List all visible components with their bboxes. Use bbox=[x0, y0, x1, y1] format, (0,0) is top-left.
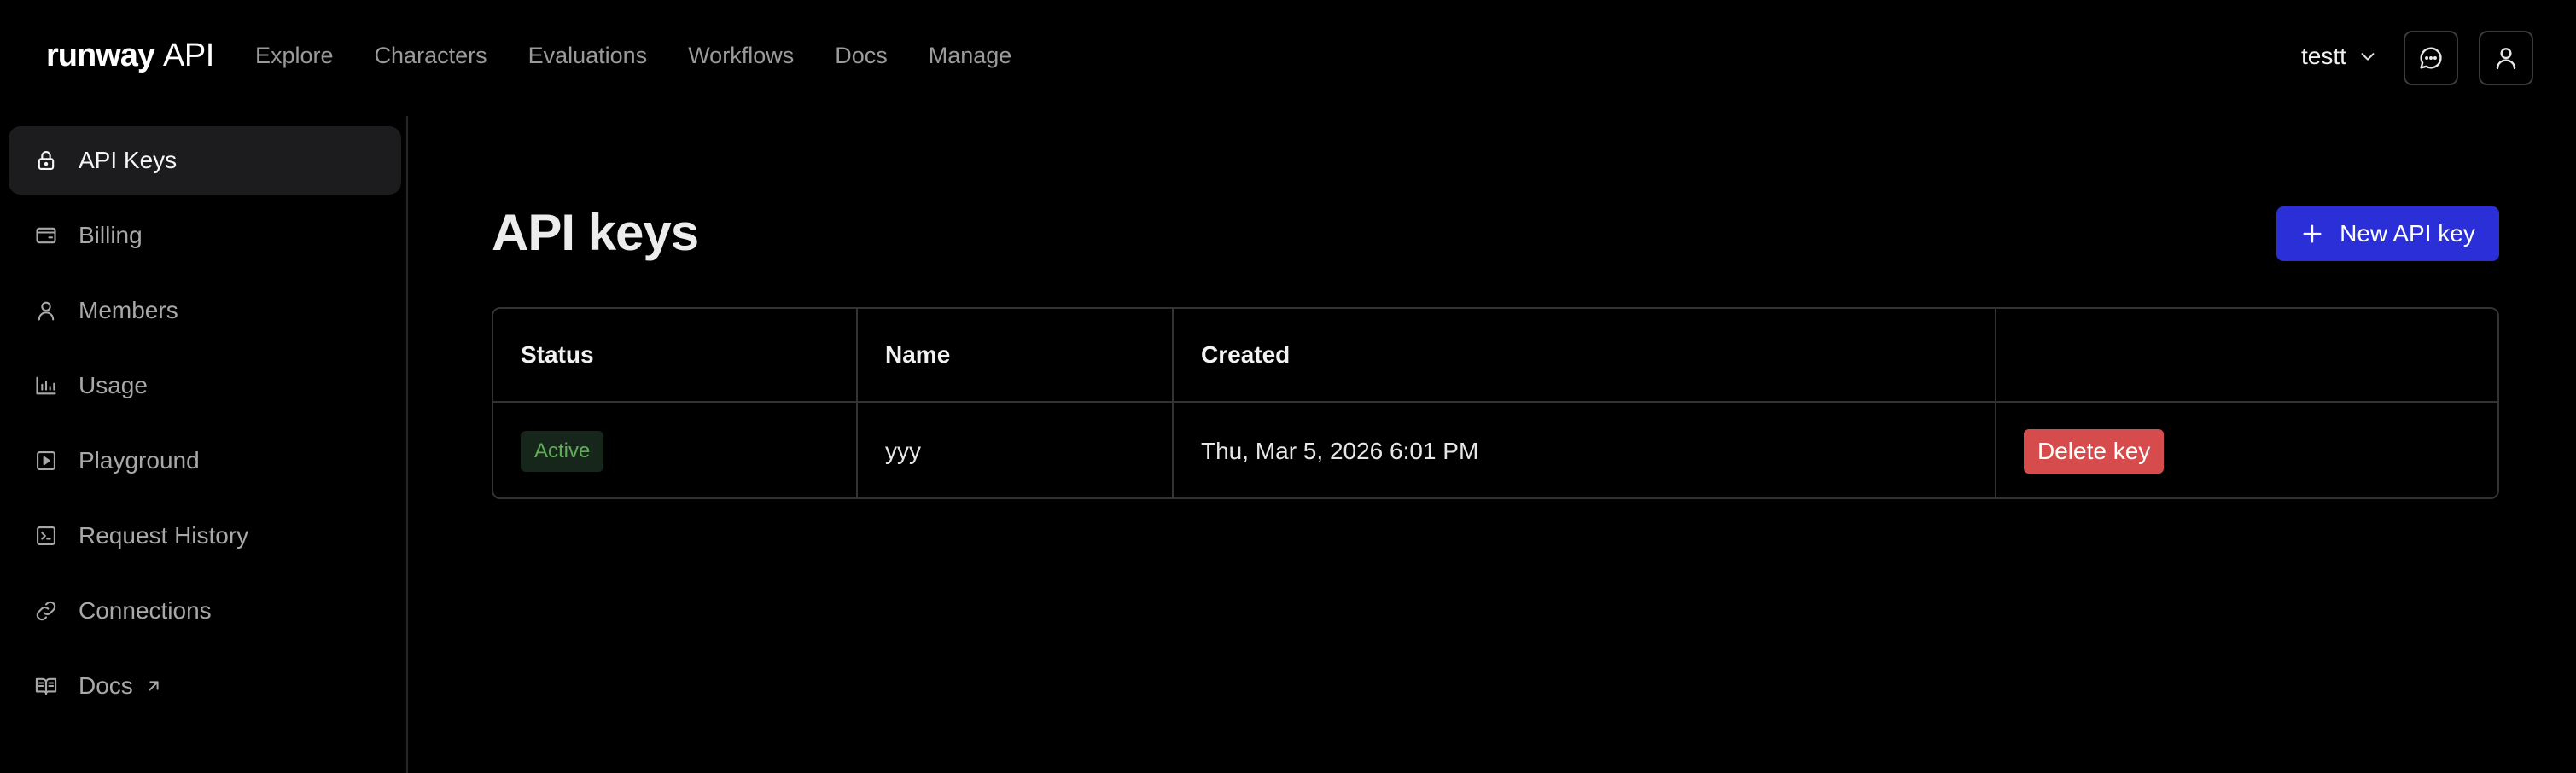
api-keys-table: Status Name Created Active yyy Thu, Mar … bbox=[492, 307, 2499, 499]
chat-bubble-icon bbox=[2420, 47, 2442, 69]
status-badge: Active bbox=[521, 430, 604, 472]
delete-key-button[interactable]: Delete key bbox=[2024, 428, 2165, 474]
sidebar-item-request-history[interactable]: Request History bbox=[9, 502, 401, 570]
runway-api-logo[interactable]: runway API bbox=[46, 38, 214, 74]
nav-explore[interactable]: Explore bbox=[255, 43, 334, 69]
column-header-actions bbox=[1996, 309, 2497, 401]
sidebar-item-label: Members bbox=[79, 297, 178, 323]
page-title: API keys bbox=[492, 204, 699, 261]
link-icon bbox=[36, 601, 56, 621]
sidebar-item-members[interactable]: Members bbox=[9, 276, 401, 345]
account-switcher[interactable]: testt bbox=[2301, 43, 2377, 70]
terminal-icon bbox=[37, 526, 55, 545]
sidebar-item-docs[interactable]: Docs bbox=[9, 652, 401, 720]
logo-wordmark: runway bbox=[46, 38, 155, 73]
logo-api-suffix: API bbox=[163, 38, 214, 73]
column-header-name: Name bbox=[858, 309, 1174, 401]
account-name: testt bbox=[2301, 43, 2346, 69]
actions-cell: Delete key bbox=[1996, 403, 2497, 497]
created-cell: Thu, Mar 5, 2026 6:01 PM bbox=[1174, 403, 1996, 497]
top-nav: Explore Characters Evaluations Workflows… bbox=[255, 43, 1011, 69]
sidebar-item-label: Billing bbox=[79, 222, 143, 248]
nav-workflows[interactable]: Workflows bbox=[688, 43, 794, 69]
top-bar: runway API Explore Characters Evaluation… bbox=[0, 0, 2576, 116]
wallet-icon bbox=[36, 227, 56, 244]
bar-chart-icon bbox=[36, 376, 56, 395]
person-icon bbox=[38, 301, 55, 321]
table-row: Active yyy Thu, Mar 5, 2026 6:01 PM Dele… bbox=[493, 403, 2497, 497]
nav-manage[interactable]: Manage bbox=[929, 43, 1012, 69]
nav-docs[interactable]: Docs bbox=[835, 43, 888, 69]
nav-evaluations[interactable]: Evaluations bbox=[528, 43, 648, 69]
chevron-down-icon bbox=[2361, 53, 2375, 61]
new-api-key-button[interactable]: New API key bbox=[2276, 206, 2499, 261]
external-link-icon bbox=[149, 681, 159, 691]
sidebar-item-label: API Keys bbox=[79, 147, 178, 173]
play-square-icon bbox=[37, 451, 55, 470]
sidebar-item-label: Connections bbox=[79, 597, 212, 624]
plus-icon bbox=[2303, 224, 2322, 243]
status-cell: Active bbox=[493, 403, 858, 497]
sidebar-item-label: Playground bbox=[79, 447, 200, 474]
sidebar-item-label: Docs bbox=[79, 672, 133, 699]
column-header-status: Status bbox=[493, 309, 858, 401]
new-api-key-label: New API key bbox=[2340, 220, 2475, 247]
sidebar-item-label: Request History bbox=[79, 522, 249, 549]
sidebar-item-usage[interactable]: Usage bbox=[9, 352, 401, 420]
sidebar-item-playground[interactable]: Playground bbox=[9, 427, 401, 495]
table-header-row: Status Name Created bbox=[493, 309, 2497, 403]
column-header-created: Created bbox=[1174, 309, 1996, 401]
sidebar-item-connections[interactable]: Connections bbox=[9, 577, 401, 645]
sidebar-item-billing[interactable]: Billing bbox=[9, 201, 401, 270]
key-name-cell: yyy bbox=[858, 403, 1174, 497]
sidebar-item-api-keys[interactable]: API Keys bbox=[9, 126, 401, 195]
lock-icon bbox=[38, 151, 55, 170]
nav-characters[interactable]: Characters bbox=[375, 43, 487, 69]
book-icon bbox=[35, 677, 57, 695]
feedback-button[interactable] bbox=[2404, 31, 2458, 85]
user-icon bbox=[2496, 48, 2516, 70]
sidebar: API Keys Billing Members Usage Playgroun… bbox=[0, 116, 408, 773]
profile-button[interactable] bbox=[2479, 31, 2533, 85]
sidebar-item-label: Usage bbox=[79, 372, 148, 398]
